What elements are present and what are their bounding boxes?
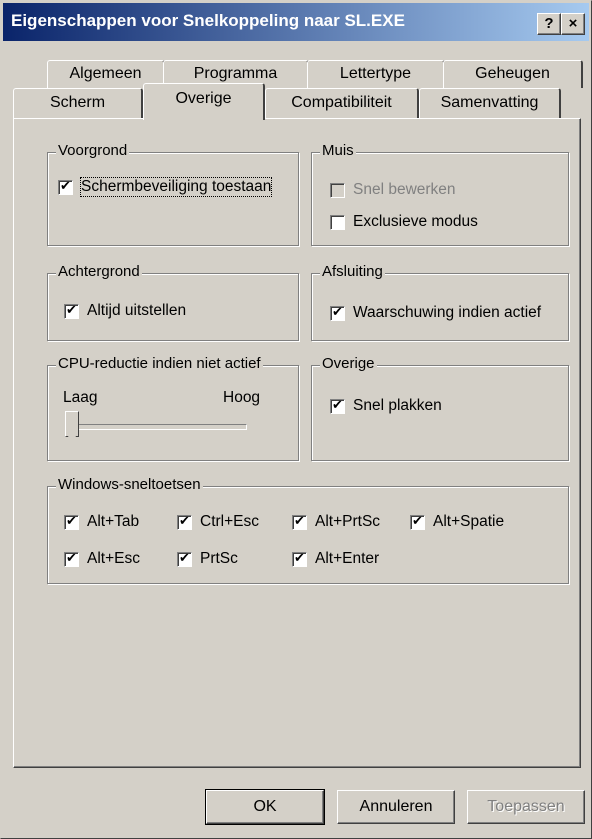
screensaver-checkbox[interactable]: Schermbeveiliging toestaan	[58, 177, 273, 197]
shortcut-alt-tab-checkbox[interactable]: Alt+Tab	[64, 513, 139, 531]
group-muis: Muis	[311, 142, 569, 246]
always-suspend-checkbox[interactable]: Altijd uitstellen	[64, 302, 186, 320]
screensaver-label: Schermbeveiliging toestaan	[79, 177, 273, 197]
group-afsluiting-label: Afsluiting	[320, 263, 385, 280]
cpu-low-label: Laag	[63, 389, 98, 406]
always-suspend-check-icon	[64, 302, 79, 319]
shortcut-label: Alt+Enter	[315, 550, 380, 567]
shortcut-prtsc-checkbox[interactable]: PrtSc	[177, 550, 238, 568]
shortcut-check-icon	[292, 550, 307, 567]
group-voorgrond-label: Voorgrond	[56, 142, 130, 159]
warn-check-icon	[330, 304, 345, 321]
quickedit-check-icon	[330, 182, 345, 198]
quickedit-checkbox[interactable]: Snel bewerken	[330, 181, 456, 199]
tab-scherm[interactable]: Scherm	[13, 88, 143, 118]
apply-button[interactable]: Toepassen	[467, 790, 585, 824]
fastpaste-check-icon	[330, 397, 345, 414]
group-cpu-label: CPU-reductie indien niet actief	[56, 355, 263, 372]
shortcut-check-icon	[177, 550, 192, 567]
group-shortcuts: Windows-sneltoetsen	[47, 476, 569, 584]
help-button[interactable]: ?	[537, 13, 561, 35]
shortcut-label: Alt+PrtSc	[315, 513, 381, 530]
tab-overige[interactable]: Overige	[143, 83, 265, 120]
exclusive-label: Exclusieve modus	[353, 213, 478, 230]
shortcut-alt-spatie-checkbox[interactable]: Alt+Spatie	[410, 513, 504, 531]
shortcut-label: Alt+Esc	[87, 550, 140, 567]
shortcut-label: Ctrl+Esc	[200, 513, 259, 530]
screensaver-check-icon	[58, 178, 73, 195]
cpu-slider-track[interactable]	[69, 424, 247, 430]
cpu-high-label: Hoog	[223, 389, 261, 406]
cancel-button[interactable]: Annuleren	[337, 790, 455, 824]
shortcut-check-icon	[177, 513, 192, 530]
shortcut-check-icon	[64, 550, 79, 567]
tab-geheugen[interactable]: Geheugen	[443, 60, 583, 88]
exclusive-checkbox[interactable]: Exclusieve modus	[330, 213, 478, 231]
group-overige-label: Overige	[320, 355, 377, 372]
shortcut-check-icon	[410, 513, 425, 530]
shortcut-label: PrtSc	[200, 550, 238, 567]
group-achtergrond-label: Achtergrond	[56, 263, 142, 280]
warn-label: Waarschuwing indien actief	[353, 304, 542, 321]
group-shortcuts-label: Windows-sneltoetsen	[56, 476, 203, 493]
exclusive-check-icon	[330, 214, 345, 230]
shortcut-label: Alt+Tab	[87, 513, 140, 530]
tab-compatibiliteit[interactable]: Compatibiliteit	[265, 88, 419, 118]
fastpaste-label: Snel plakken	[353, 397, 442, 414]
group-voorgrond: Voorgrond	[47, 142, 299, 246]
always-suspend-label: Altijd uitstellen	[87, 302, 187, 319]
title-bar[interactable]: Eigenschappen voor Snelkoppeling naar SL…	[3, 3, 589, 41]
shortcut-ctrl-esc-checkbox[interactable]: Ctrl+Esc	[177, 513, 259, 531]
fastpaste-checkbox[interactable]: Snel plakken	[330, 397, 442, 415]
shortcut-alt-enter-checkbox[interactable]: Alt+Enter	[292, 550, 379, 568]
shortcut-label: Alt+Spatie	[433, 513, 505, 530]
group-cpu: CPU-reductie indien niet actief	[47, 355, 299, 461]
shortcut-check-icon	[292, 513, 307, 530]
properties-dialog: Eigenschappen voor Snelkoppeling naar SL…	[0, 0, 592, 839]
shortcut-alt-prtsc-checkbox[interactable]: Alt+PrtSc	[292, 513, 380, 531]
warn-checkbox[interactable]: Waarschuwing indien actief	[330, 304, 541, 322]
quickedit-label: Snel bewerken	[353, 181, 456, 198]
close-button[interactable]: ×	[561, 13, 585, 35]
cpu-slider-thumb[interactable]	[65, 411, 79, 444]
ok-button[interactable]: OK	[205, 789, 325, 825]
shortcut-alt-esc-checkbox[interactable]: Alt+Esc	[64, 550, 140, 568]
window-title: Eigenschappen voor Snelkoppeling naar SL…	[11, 11, 405, 30]
tab-samenvatting[interactable]: Samenvatting	[419, 88, 561, 118]
shortcut-check-icon	[64, 513, 79, 530]
tab-lettertype[interactable]: Lettertype	[307, 60, 445, 88]
group-muis-label: Muis	[320, 142, 356, 159]
